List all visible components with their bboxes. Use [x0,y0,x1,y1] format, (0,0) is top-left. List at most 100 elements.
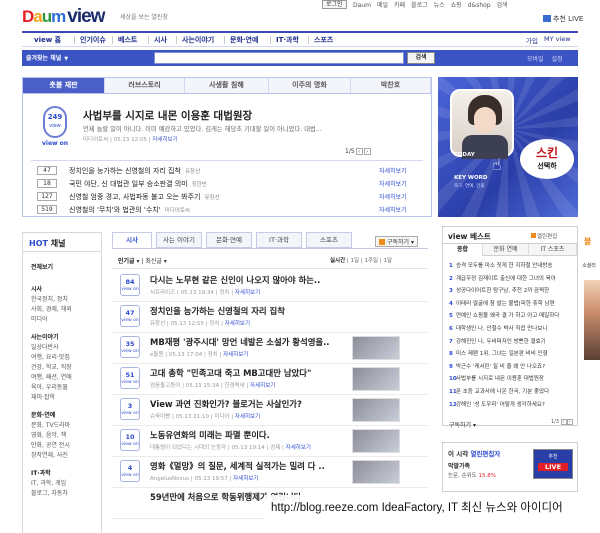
featured-tab[interactable]: 러브스토리 [105,78,185,93]
hot-channel-link[interactable]: 영화, 음악, 책 [31,431,70,441]
article-title[interactable]: MB재평 '광주시대' 망언 네발은 소설가 황석영을.. [150,336,329,348]
more-link[interactable]: 자세히보기 [223,352,248,358]
next-arrow-icon[interactable]: › [363,148,371,155]
article-item[interactable]: 47 view on 정치인을 능가하는 신영철의 자리 집착 유창선 | 05.13… [112,302,428,333]
search-button[interactable]: 검색 [407,52,435,64]
nav-right-item[interactable]: 가입 [526,35,538,45]
more-link[interactable]: 자세히보기 [379,192,407,201]
sort-popular[interactable]: 인기글 [118,258,135,265]
hot-channel-group-head[interactable]: IT·과학 [31,469,68,479]
top-link[interactable]: 뉴스 [434,2,445,9]
view-best-item[interactable]: 4 이태리 얼굴에 참 발는 불법[피한 휴학 남편 [449,299,573,307]
article-title[interactable]: View 과연 진화인가? 블로거는 사살인가? [150,398,302,410]
view-best-item[interactable]: 3 성공다이어트한 탐구남, 추천 2까 끔찍한 [449,286,573,294]
top-link[interactable]: 블로그 [411,2,428,9]
hot-channel-link[interactable]: 일상다반사 [31,343,72,353]
nav-item[interactable]: 인기이슈 [80,35,106,45]
hot-channel-link[interactable]: 미디어 [31,315,72,325]
hot-channel-link[interactable]: 한국정치, 정치 [31,295,72,305]
featured-tab[interactable]: 박찬호 [351,78,431,93]
live-recommend-image[interactable]: 추천 LIVE [533,449,573,479]
view-best-item[interactable]: 9 박근수 '케서린' 질 비 줄 왜 안 나오죠? [449,362,573,370]
category-tab[interactable]: 사는 이야기 [156,232,202,248]
nav-right-item[interactable]: MY view [544,35,571,43]
view-on-badge[interactable]: 47 view on [120,305,140,327]
category-tab[interactable]: 스포츠 [306,232,352,248]
nav-item[interactable]: 시사 [154,35,167,45]
view-best-subscribe[interactable]: 구독하기 ▾ [449,420,476,429]
featured-list-item[interactable]: 18 국민 야단, 신 대법관 일부 승소판결 의미 정한빈 자세히보기 [37,179,427,191]
featured-headline[interactable]: 사법부를 시지로 내몬 이용훈 대법원장 [83,108,252,123]
search-right-link[interactable]: 모바일 [527,56,544,63]
hot-channel-link[interactable]: 문화, TV드라마 [31,421,70,431]
article-title[interactable]: 영화《멀망》의 질문, 세계적 실적가는 밀려 다 .. [150,460,325,472]
hot-channel-link[interactable]: 건강, 학교, 직장 [31,363,72,373]
hot-channel-group-head[interactable]: 사는이야기 [31,333,72,343]
featured-list-title[interactable]: 정치인을 능가하는 신영철의 자리 집착 유창선 [69,166,200,176]
next-arrow-icon[interactable]: › [566,419,573,425]
more-link[interactable]: 자세히보기 [379,179,407,188]
more-link[interactable]: 자세히보기 [225,321,250,327]
more-link[interactable]: 자세히보기 [379,205,407,214]
article-item[interactable]: 51 view on 고대 총학 "민족고대 죽고 MB고대만 남았다" 엄음돌고등어… [112,364,428,395]
view-on-badge[interactable]: 3 view on [120,398,140,420]
article-thumbnail[interactable] [352,367,400,391]
featured-list-item[interactable]: 47 정치인을 능가하는 신영철의 자리 집착 유창선 자세히보기 [37,166,427,178]
view-best-item[interactable]: 8 미스 제팬 1위, 그녀는 일본판 비비 인형 [449,349,573,357]
hot-channel-all-link[interactable]: 전체보기 [31,263,53,273]
hot-channel-link[interactable]: 여행, 요리·맛집 [31,353,72,363]
hot-channel-link[interactable]: 만화, 공연 전시 [31,441,70,451]
view-best-tab[interactable]: 종합 [443,244,483,256]
more-link[interactable]: 자세히보기 [250,383,275,389]
article-thumbnail[interactable] [352,429,400,453]
view-best-item[interactable]: 12강해인 '성 도우미' 어떻게 생각하세요? [449,400,573,408]
period-option[interactable]: 1달 [383,258,392,264]
featured-list-title[interactable]: 국민 야단, 신 대법관 일부 승소판결 의미 정한빈 [69,179,207,189]
article-item[interactable]: 84 view on 다시는 노무현 같은 신인이 나오지 않아야 하는.. 서프라이… [112,271,428,302]
hot-channel-link[interactable]: 육아, 우리동물 [31,383,72,393]
period-option[interactable]: 1주일 [364,258,378,264]
view-best-tab[interactable]: IT 스포츠 [529,244,577,256]
view-best-item[interactable]: 10사법부를 시지로 내몬 이용훈 대법원장 [449,374,573,382]
top-link[interactable]: d&shop [468,2,491,9]
hot-channel-link[interactable]: 사회, 경제, 해외 [31,305,72,315]
featured-list-title[interactable]: 신영철의 '무치'와 법관의 '수치' 미디어토씨 [69,205,190,215]
top-link[interactable]: 카페 [394,2,405,9]
view-best-item[interactable]: 2 계급우정 김재이트 출신에 대한 그녀의 육아 [449,274,573,282]
article-item[interactable]: 4 view on 영화《멀망》의 질문, 세계적 실적가는 밀려 다 .. Ange… [112,457,428,488]
view-best-tab[interactable]: 문화 연예 [483,244,529,256]
more-link[interactable]: 자세히보기 [286,445,311,451]
daum-view-logo[interactable]: Daum view [22,6,105,28]
sort-recent[interactable]: 최신글 [145,258,162,265]
view-best-item[interactable]: 6 대학생인 나, 안철수 박사 직접 만나보니 [449,324,573,332]
category-tab[interactable]: 문화·연예 [206,232,252,248]
top-link[interactable]: 메일 [377,2,388,9]
skin-promo-banner[interactable]: TODAY KEY WORD 죽구, 연예, 인물 스킨 선택하 ☝ [438,77,578,217]
article-thumbnail[interactable] [352,336,400,360]
top-link[interactable]: 쇼핑 [451,2,462,9]
prev-arrow-icon[interactable]: ‹ [355,148,363,155]
featured-tab[interactable]: 촛불 재판 [23,78,105,93]
hot-channel-group-head[interactable]: 시사 [31,285,72,295]
nav-item[interactable]: 베스트 [118,35,137,45]
period-option[interactable]: 1일 [351,258,360,264]
view-on-badge[interactable]: 4 view on [120,460,140,482]
article-thumbnail[interactable] [352,398,400,422]
favorite-channel-select[interactable]: 즐겨찾는 채널 ▼ [26,53,68,62]
hot-channel-link[interactable]: 창작연재, 사진 [31,451,70,461]
hot-channel-link[interactable]: 여행, 패션, 연애 [31,373,72,383]
hot-channel-link[interactable]: IT, 과학, 게임 [31,479,68,489]
nav-item[interactable]: 사는이야기 [182,35,214,45]
login-button[interactable]: 로그인 [322,0,347,9]
article-item[interactable]: 10 view on 노동유연화의 미래는 파멸 뿐이다. 대통령이 되었다는 시대의… [112,426,428,457]
article-item[interactable]: 35 view on MB재평 '광주시대' 망언 네발은 소설가 황석영을.. e돌… [112,333,428,364]
search-right-link[interactable]: 설정 [552,56,563,63]
featured-list-item[interactable]: 127 신영철 엄중 경고, 사법파동 불고 오는 봐주기 유창선 자세히보기 [37,192,427,204]
nav-item[interactable]: IT·과학 [276,35,299,45]
more-link[interactable]: 자세히보기 [235,290,260,296]
view-on-badge[interactable]: 51 view on [120,367,140,389]
view-on-badge[interactable]: 84 view on [120,274,140,296]
more-link[interactable]: 자세히보기 [379,166,407,175]
view-best-item[interactable]: 11폰 초등 교과서에 나온 한국, 기분 좋았다 [449,387,573,395]
recommend-live-link[interactable]: 추천 LIVE [543,14,583,24]
